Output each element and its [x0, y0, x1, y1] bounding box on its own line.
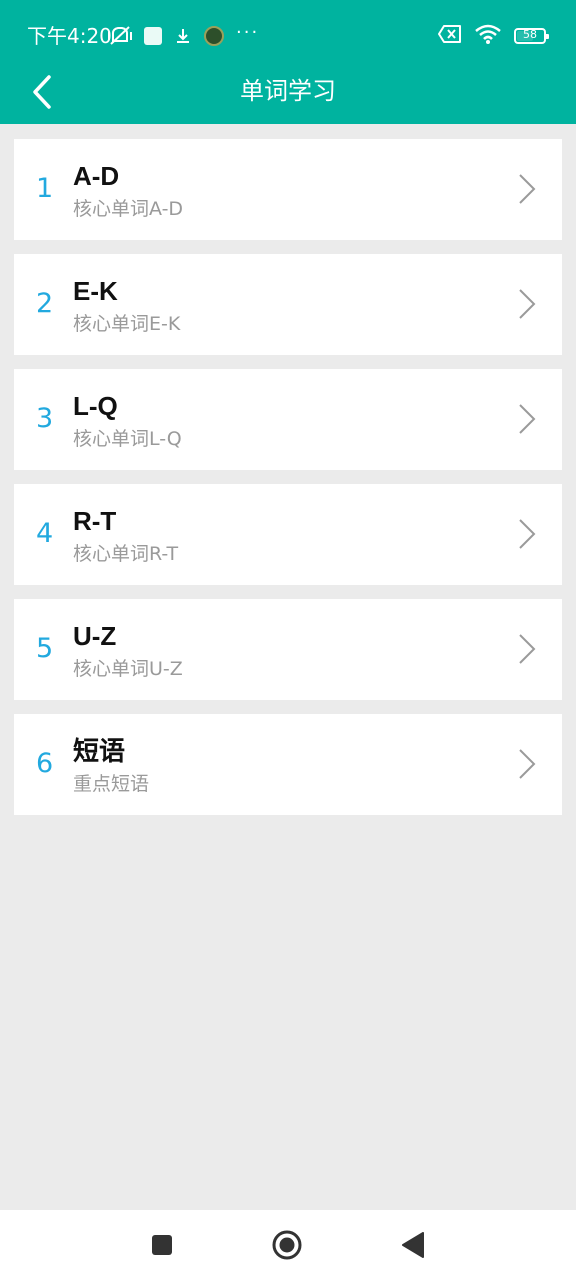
item-title: 短语 [73, 736, 126, 766]
triangle-back-icon [402, 1232, 424, 1258]
square-stop-icon [152, 1235, 172, 1255]
chevron-right-icon [519, 404, 536, 434]
home-button[interactable] [272, 1230, 302, 1260]
item-subtitle: 核心单词R-T [73, 543, 179, 565]
list-item[interactable]: 1 A-D 核心单词A-D [14, 139, 562, 240]
item-index: 1 [36, 173, 54, 204]
list-item[interactable]: 6 短语 重点短语 [14, 714, 562, 815]
item-index: 5 [36, 633, 54, 664]
sim-card-off-icon [438, 25, 462, 47]
chevron-right-icon [519, 749, 536, 779]
list-item[interactable]: 2 E-K 核心单词E-K [14, 254, 562, 355]
app-badge-icon [204, 26, 224, 46]
recent-apps-button[interactable] [147, 1230, 177, 1260]
battery-level: 58 [523, 28, 537, 41]
item-title: L-Q [73, 391, 118, 421]
system-navigation-bar [0, 1210, 576, 1280]
item-subtitle: 核心单词U-Z [73, 658, 183, 680]
chevron-right-icon [519, 634, 536, 664]
more-notifications-icon: ··· [236, 22, 260, 43]
list-item[interactable]: 5 U-Z 核心单词U-Z [14, 599, 562, 700]
item-subtitle: 核心单词E-K [73, 313, 181, 335]
navigation-bar: 单词学习 [0, 62, 576, 124]
chevron-right-icon [519, 289, 536, 319]
chevron-right-icon [519, 174, 536, 204]
battery-icon: 58 [514, 28, 549, 44]
wifi-icon [474, 23, 502, 49]
item-title: R-T [73, 506, 117, 536]
item-subtitle: 核心单词A-D [73, 198, 184, 220]
item-index: 2 [36, 288, 54, 319]
vibrate-off-icon [108, 24, 132, 48]
item-title: A-D [73, 161, 120, 191]
download-icon [174, 27, 192, 45]
app-header: 下午4:20 ··· 58 单词学习 [0, 0, 576, 124]
item-subtitle: 重点短语 [73, 773, 150, 795]
word-group-list: 1 A-D 核心单词A-D 2 E-K 核心单词E-K 3 L-Q 核心单词L-… [14, 139, 562, 829]
chevron-right-icon [519, 519, 536, 549]
list-item[interactable]: 4 R-T 核心单词R-T [14, 484, 562, 585]
app-notification-icon [144, 27, 162, 45]
status-system-icons: 58 [426, 23, 549, 49]
item-index: 4 [36, 518, 54, 549]
item-subtitle: 核心单词L-Q [73, 428, 182, 450]
item-index: 6 [36, 748, 54, 779]
item-title: U-Z [73, 621, 117, 651]
system-back-button[interactable] [398, 1230, 428, 1260]
page-title: 单词学习 [240, 77, 336, 105]
status-notification-icons: ··· [108, 22, 271, 50]
circle-home-icon [272, 1230, 302, 1260]
status-time: 下午4:20 [27, 24, 112, 48]
list-item[interactable]: 3 L-Q 核心单词L-Q [14, 369, 562, 470]
item-title: E-K [73, 276, 118, 306]
item-index: 3 [36, 403, 54, 434]
status-bar: 下午4:20 ··· 58 [0, 0, 576, 62]
